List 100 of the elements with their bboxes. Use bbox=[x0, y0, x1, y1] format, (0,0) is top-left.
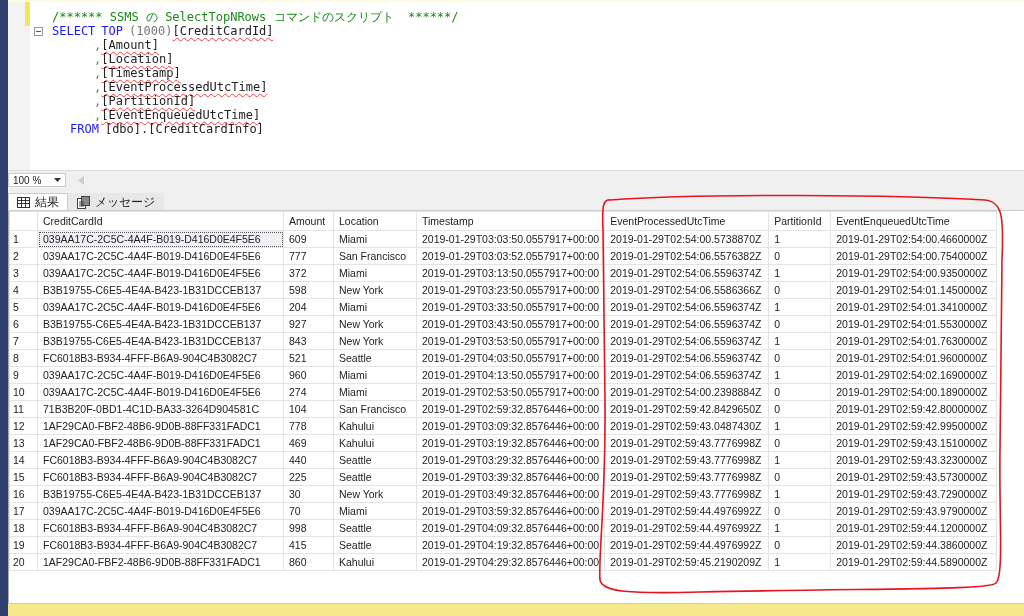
row-number[interactable]: 16 bbox=[9, 485, 38, 503]
column-header[interactable]: Location bbox=[333, 211, 417, 231]
table-cell: 598 bbox=[283, 281, 334, 299]
table-cell: 372 bbox=[283, 264, 334, 282]
table-cell: 0 bbox=[768, 383, 831, 401]
table-cell: Miami bbox=[333, 298, 417, 316]
table-cell: 927 bbox=[283, 315, 334, 333]
document-icon bbox=[77, 195, 90, 209]
table-cell: 2019-01-29T02:54:06.5596374Z bbox=[604, 264, 769, 282]
column-identifier: [EventProcessedUtcTime] bbox=[101, 80, 268, 94]
table-cell: 2019-01-29T02:54:06.5596374Z bbox=[604, 298, 769, 316]
column-header[interactable]: EventEnqueuedUtcTime bbox=[830, 211, 997, 231]
row-number[interactable]: 17 bbox=[9, 502, 38, 520]
sql-keyword: TOP bbox=[101, 24, 124, 38]
column-header[interactable]: Timestamp bbox=[416, 211, 605, 231]
table-cell: 2019-01-29T04:09:32.8576446+00:00 bbox=[416, 519, 605, 537]
table-cell: B3B19755-C6E5-4E4A-B423-1B31DCCEB137 bbox=[37, 315, 284, 333]
table-cell: 039AA17C-2C5C-4A4F-B019-D416D0E4F5E6 bbox=[37, 502, 284, 520]
row-number[interactable]: 8 bbox=[9, 349, 38, 367]
row-number[interactable]: 15 bbox=[9, 468, 38, 486]
result-tab[interactable]: 結果 bbox=[8, 193, 68, 210]
table-cell: 1 bbox=[768, 230, 831, 248]
table-cell: 0 bbox=[768, 315, 831, 333]
table-cell: 2019-01-29T02:59:43.1510000Z bbox=[830, 434, 997, 452]
grid-icon bbox=[17, 196, 30, 208]
table-cell: 2019-01-29T02:54:02.1690000Z bbox=[830, 366, 997, 384]
code-punctuation: , bbox=[94, 52, 102, 66]
row-number[interactable]: 2 bbox=[9, 247, 38, 265]
zoom-dropdown[interactable]: 100 % bbox=[8, 173, 66, 187]
table-cell: 2019-01-29T03:03:52.0557917+00:00 bbox=[416, 247, 605, 265]
table-cell: 2019-01-29T02:59:44.3860000Z bbox=[830, 536, 997, 554]
row-number[interactable]: 7 bbox=[9, 332, 38, 350]
table-cell: 274 bbox=[283, 383, 334, 401]
row-number[interactable]: 4 bbox=[9, 281, 38, 299]
table-cell: Seattle bbox=[333, 519, 417, 537]
sql-keyword: FROM bbox=[70, 122, 99, 136]
table-cell: 2019-01-29T02:59:44.4976992Z bbox=[604, 502, 769, 520]
table-cell: 2019-01-29T03:49:32.8576446+00:00 bbox=[416, 485, 605, 503]
column-header[interactable]: EventProcessedUtcTime bbox=[604, 211, 769, 231]
table-cell: 2019-01-29T02:59:42.8429650Z bbox=[604, 400, 769, 418]
code-punctuation: , bbox=[94, 66, 102, 80]
table-cell: 0 bbox=[768, 349, 831, 367]
table-cell: 2019-01-29T02:54:00.4660000Z bbox=[830, 230, 997, 248]
table-cell: 2019-01-29T02:54:00.9350000Z bbox=[830, 264, 997, 282]
result-tab[interactable]: メッセージ bbox=[68, 193, 164, 210]
table-cell: 0 bbox=[768, 400, 831, 418]
table-cell: Kahului bbox=[333, 417, 417, 435]
table-cell: 71B3B20F-0BD1-4C1D-BA33-3264D904581C bbox=[37, 400, 284, 418]
column-header[interactable]: CreditCardId bbox=[37, 211, 284, 231]
column-identifier: [CreditCardId] bbox=[172, 24, 274, 38]
table-cell: Miami bbox=[333, 366, 417, 384]
table-cell: 2019-01-29T02:54:01.3410000Z bbox=[830, 298, 997, 316]
table-cell: 2019-01-29T02:59:43.9790000Z bbox=[830, 502, 997, 520]
row-number[interactable]: 3 bbox=[9, 264, 38, 282]
row-number[interactable]: 6 bbox=[9, 315, 38, 333]
table-cell: FC6018B3-B934-4FFF-B6A9-904C4B3082C7 bbox=[37, 349, 284, 367]
table-cell: 1 bbox=[768, 417, 831, 435]
scroll-left-icon[interactable] bbox=[78, 175, 84, 185]
table-cell: 1 bbox=[768, 298, 831, 316]
sql-keyword: SELECT bbox=[52, 24, 96, 38]
table-cell: 860 bbox=[283, 553, 334, 571]
row-number[interactable]: 20 bbox=[9, 553, 38, 571]
table-cell: 469 bbox=[283, 434, 334, 452]
table-cell: FC6018B3-B934-4FFF-B6A9-904C4B3082C7 bbox=[37, 451, 284, 469]
table-cell: Kahului bbox=[333, 553, 417, 571]
row-number[interactable]: 14 bbox=[9, 451, 38, 469]
table-cell: 039AA17C-2C5C-4A4F-B019-D416D0E4F5E6 bbox=[37, 366, 284, 384]
table-cell: 2019-01-29T02:54:06.5586366Z bbox=[604, 281, 769, 299]
table-cell: 0 bbox=[768, 502, 831, 520]
table-cell: 777 bbox=[283, 247, 334, 265]
row-number[interactable]: 5 bbox=[9, 298, 38, 316]
table-cell: 2019-01-29T02:54:06.5596374Z bbox=[604, 332, 769, 350]
row-number[interactable]: 9 bbox=[9, 366, 38, 384]
table-cell: 960 bbox=[283, 366, 334, 384]
table-cell: 609 bbox=[283, 230, 334, 248]
row-number[interactable]: 19 bbox=[9, 536, 38, 554]
table-cell: 440 bbox=[283, 451, 334, 469]
row-number[interactable]: 13 bbox=[9, 434, 38, 452]
table-cell: 2019-01-29T04:29:32.8576446+00:00 bbox=[416, 553, 605, 571]
column-header[interactable]: PartitionId bbox=[768, 211, 831, 231]
column-header[interactable]: Amount bbox=[283, 211, 334, 231]
table-reference: [dbo].[CreditCardInfo] bbox=[104, 122, 264, 136]
table-cell: FC6018B3-B934-4FFF-B6A9-904C4B3082C7 bbox=[37, 519, 284, 537]
table-cell: 2019-01-29T02:54:06.5596374Z bbox=[604, 315, 769, 333]
table-cell: Seattle bbox=[333, 349, 417, 367]
row-number[interactable]: 10 bbox=[9, 383, 38, 401]
row-number[interactable]: 18 bbox=[9, 519, 38, 537]
table-cell: 1AF29CA0-FBF2-48B6-9D0B-88FF331FADC1 bbox=[37, 434, 284, 452]
caret-icon bbox=[54, 178, 61, 182]
row-number[interactable]: 12 bbox=[9, 417, 38, 435]
table-cell: 2019-01-29T02:54:06.5576382Z bbox=[604, 247, 769, 265]
collapse-icon[interactable] bbox=[34, 26, 43, 36]
column-identifier: [Amount] bbox=[101, 38, 160, 52]
row-number[interactable]: 1 bbox=[9, 230, 38, 248]
table-cell: 2019-01-29T02:59:44.5890000Z bbox=[830, 553, 997, 571]
table-cell: 1 bbox=[768, 451, 831, 469]
table-cell: 1AF29CA0-FBF2-48B6-9D0B-88FF331FADC1 bbox=[37, 553, 284, 571]
table-cell: 2019-01-29T03:13:50.0557917+00:00 bbox=[416, 264, 605, 282]
table-cell: 2019-01-29T02:54:01.5530000Z bbox=[830, 315, 997, 333]
row-number[interactable]: 11 bbox=[9, 400, 38, 418]
